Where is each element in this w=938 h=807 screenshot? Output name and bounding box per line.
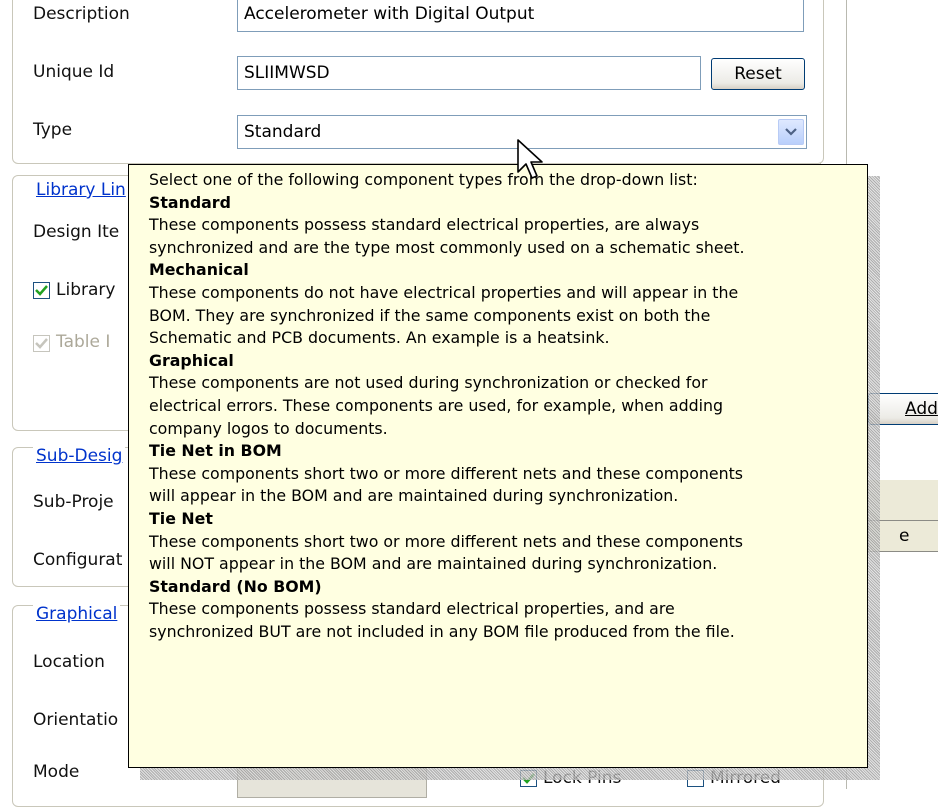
- check-icon: [35, 285, 48, 296]
- tooltip-entry-line: electrical errors. These components are …: [149, 395, 724, 415]
- tooltip-entry-line: These components do not have electrical …: [149, 282, 739, 302]
- tooltip-entry-line: will NOT appear in the BOM and are maint…: [149, 554, 718, 574]
- add-button-label: Add: [905, 399, 938, 419]
- design-item-label: Design Ite: [33, 222, 120, 242]
- tooltip-entry-title: Graphical: [149, 350, 234, 370]
- tooltip-entry-title: Standard (No BOM): [149, 576, 322, 596]
- table-checkbox-label: Table I: [56, 332, 111, 352]
- location-label: Location: [33, 652, 105, 672]
- sub-design-section-title[interactable]: Sub-Desig: [33, 446, 126, 466]
- tooltip-entry-line: These components possess standard electr…: [149, 215, 700, 235]
- graphical-section-title[interactable]: Graphical: [33, 604, 121, 624]
- sub-project-label: Sub-Proje: [33, 492, 114, 512]
- type-select-value: Standard: [244, 122, 322, 142]
- tooltip-entry-title: Standard: [149, 192, 231, 212]
- reset-button[interactable]: Reset: [711, 58, 805, 90]
- table-checkbox: [33, 335, 50, 352]
- tooltip-entry-line: These components short two or more diffe…: [149, 463, 744, 483]
- tooltip-entry-line: company logos to documents.: [149, 418, 388, 438]
- tooltip-entry-line: These components short two or more diffe…: [149, 531, 744, 551]
- tooltip-entry-title: Mechanical: [149, 260, 249, 280]
- description-input[interactable]: Accelerometer with Digital Output: [237, 0, 804, 32]
- column-header-label: e: [899, 526, 910, 546]
- library-link-section-title[interactable]: Library Lin: [33, 180, 129, 200]
- check-icon: [35, 338, 48, 349]
- tooltip-intro: Select one of the following component ty…: [149, 170, 698, 189]
- library-checkbox-label: Library: [56, 280, 116, 300]
- tooltip-entry-line: synchronized BUT are not included in any…: [149, 621, 735, 641]
- type-dropdown-button[interactable]: [778, 119, 804, 145]
- mode-label: Mode: [33, 762, 80, 782]
- unique-id-input[interactable]: SLIIMWSD: [237, 56, 701, 90]
- orientation-label: Orientatio: [33, 710, 119, 730]
- tooltip-entry-line: synchronized and are the type most commo…: [149, 237, 745, 257]
- chevron-down-icon: [785, 128, 797, 136]
- tooltip-entry-line: will appear in the BOM and are maintaine…: [149, 486, 679, 506]
- tooltip-entry-title: Tie Net: [149, 508, 213, 528]
- type-label: Type: [33, 120, 73, 140]
- unique-id-label: Unique Id: [33, 62, 115, 82]
- tooltip-entry-title: Tie Net in BOM: [149, 441, 282, 461]
- description-label: Description: [33, 4, 130, 24]
- tooltip-entry-line: BOM. They are synchronized if the same c…: [149, 305, 711, 325]
- tooltip-entry-line: Schematic and PCB documents. An example …: [149, 328, 610, 348]
- configuration-label: Configurat: [33, 550, 123, 570]
- component-type-tooltip: Select one of the following component ty…: [128, 164, 868, 768]
- tooltip-entry-line: These components possess standard electr…: [149, 599, 675, 619]
- tooltip-entry-line: These components are not used during syn…: [149, 373, 708, 393]
- mouse-pointer-icon: [517, 139, 543, 179]
- library-checkbox[interactable]: [33, 282, 50, 299]
